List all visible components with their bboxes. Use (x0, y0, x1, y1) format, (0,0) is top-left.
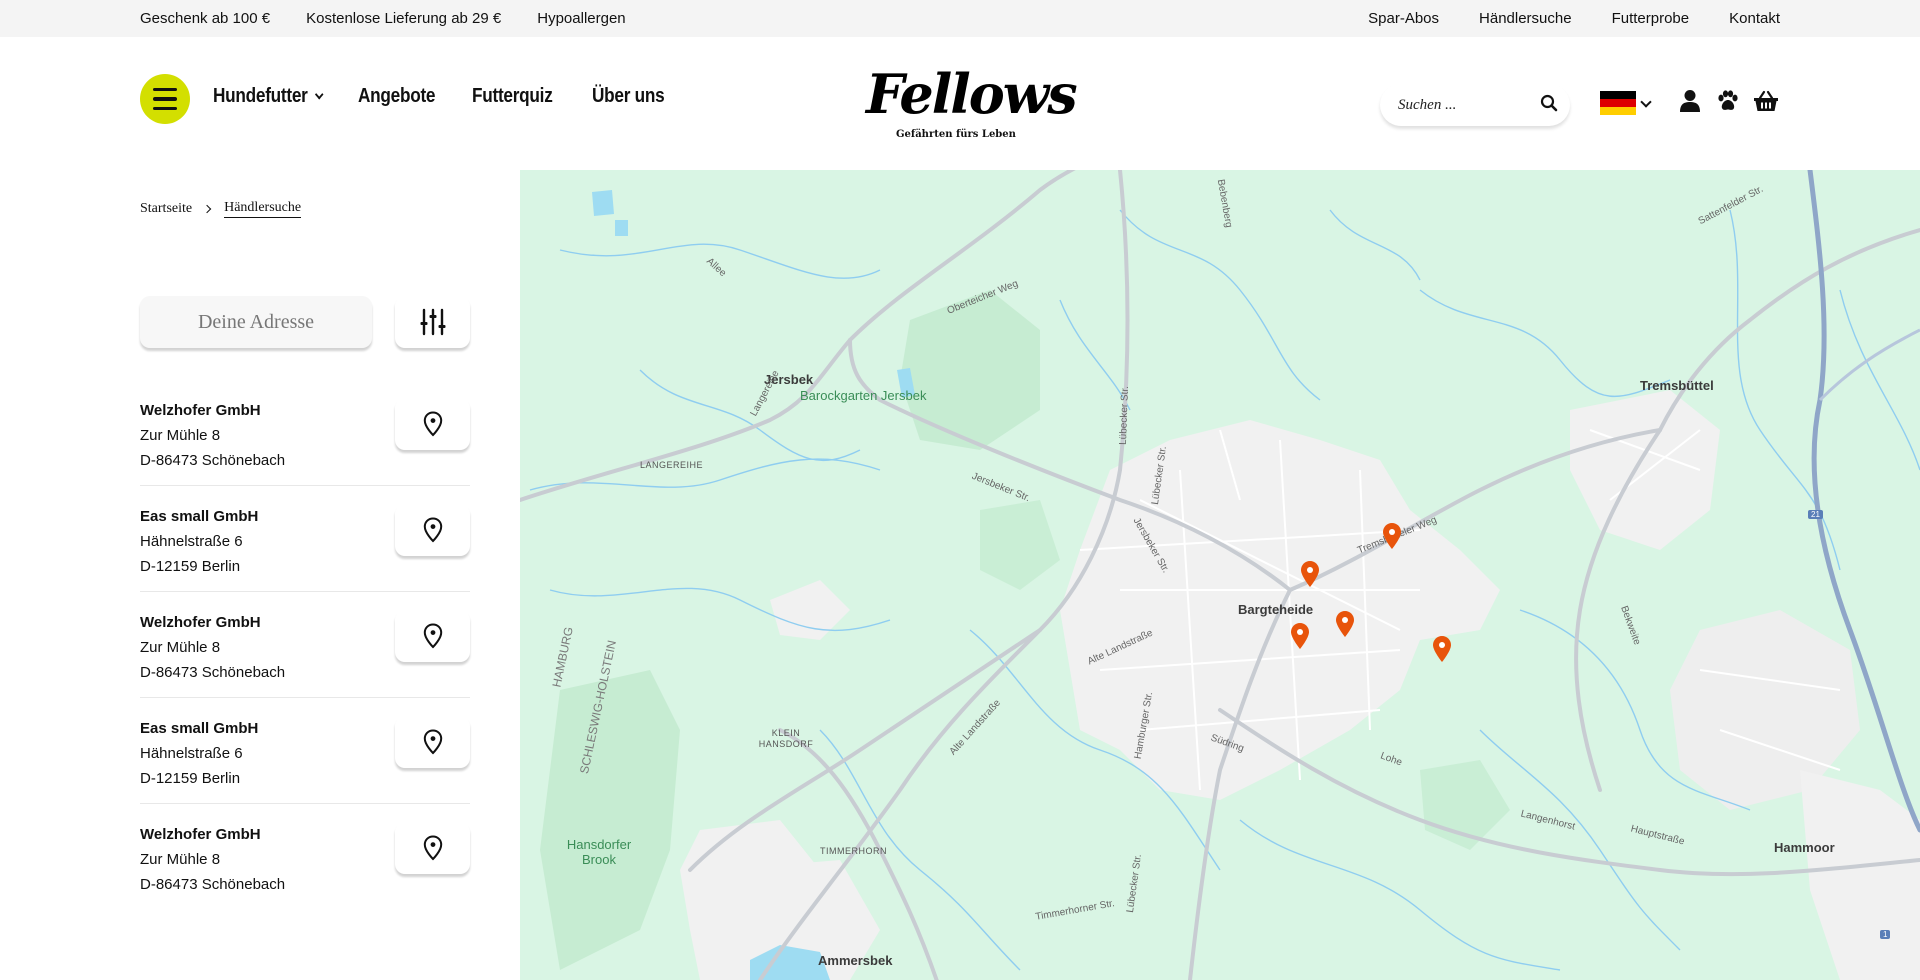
nav-angebote[interactable]: Angebote (358, 85, 436, 108)
user-icon[interactable] (1676, 87, 1704, 115)
show-on-map-button[interactable] (395, 822, 470, 874)
basket-icon[interactable] (1752, 87, 1780, 115)
map-marker[interactable] (1290, 622, 1310, 650)
breadcrumb: Startseite Händlersuche (140, 200, 302, 218)
breadcrumb-current[interactable]: Händlersuche (224, 200, 302, 218)
topbar-link-spar-abos[interactable]: Spar-Abos (1368, 10, 1439, 27)
dealer-list: Welzhofer GmbH Zur Mühle 8 D-86473 Schön… (140, 380, 470, 910)
map-road-luebecker-str: Lübecker Str. (1117, 385, 1131, 446)
address-input[interactable] (151, 310, 361, 334)
menu-button[interactable] (140, 74, 190, 124)
show-on-map-button[interactable] (395, 504, 470, 556)
map-road-langereihe-caps: LANGEREIHE (640, 460, 704, 470)
search-icon[interactable] (1540, 94, 1558, 117)
dealer-city: D-86473 Schönebach (140, 664, 286, 681)
list-item[interactable]: Eas small GmbH Hähnelstraße 6 D-12159 Be… (140, 486, 470, 592)
paw-icon[interactable] (1714, 87, 1742, 115)
topbar-link-kontakt[interactable]: Kontakt (1729, 10, 1780, 27)
map-marker[interactable] (1300, 560, 1320, 588)
chevron-down-icon (314, 89, 324, 99)
map-shield-21: 21 (1808, 510, 1823, 519)
address-field-wrapper (140, 296, 372, 348)
list-item[interactable]: Welzhofer GmbH Zur Mühle 8 D-86473 Schön… (140, 804, 470, 910)
germany-flag-icon[interactable] (1600, 91, 1636, 115)
list-item[interactable]: Welzhofer GmbH Zur Mühle 8 D-86473 Schön… (140, 380, 470, 486)
dealer-city: D-86473 Schönebach (140, 452, 286, 469)
main-navigation: Hundefutter Angebote Futterquiz Über uns (213, 85, 676, 108)
dealer-city: D-86473 Schönebach (140, 876, 286, 893)
map-label-hansdorfer-brook: Hansdorfer Brook (566, 837, 632, 867)
topbar-hypoallergen-text: Hypoallergen (537, 10, 626, 27)
topbar-delivery-text: Kostenlose Lieferung ab 29 € (306, 10, 502, 27)
topbar-link-haendlersuche[interactable]: Händlersuche (1479, 10, 1572, 27)
map-label-barockgarten: Barockgarten Jersbek (800, 388, 927, 403)
show-on-map-button[interactable] (395, 398, 470, 450)
search-box (1380, 84, 1570, 126)
breadcrumb-home[interactable]: Startseite (140, 201, 192, 217)
dealer-city: D-12159 Berlin (140, 558, 241, 575)
map-area-klein-hansdorf: KLEIN HANSDORF (758, 728, 814, 749)
map-marker[interactable] (1432, 635, 1452, 663)
map-marker[interactable] (1335, 610, 1355, 638)
site-header: Hundefutter Angebote Futterquiz Über uns… (0, 37, 1920, 170)
filter-button[interactable] (395, 296, 470, 348)
dealer-map[interactable]: Jersbek Barockgarten Jersbek Bargteheide… (520, 170, 1920, 980)
logo-wordmark: Fellows (866, 62, 1078, 126)
map-area-timmerhorn: TIMMERHORN (820, 846, 887, 856)
list-item[interactable]: Welzhofer GmbH Zur Mühle 8 D-86473 Schön… (140, 592, 470, 698)
map-label-tremsbuettel: Tremsbüttel (1640, 378, 1714, 393)
map-pin-icon (423, 411, 442, 437)
nav-futterquiz[interactable]: Futterquiz (472, 85, 553, 108)
chevron-down-icon[interactable] (1640, 96, 1652, 108)
top-info-bar: Geschenk ab 100 € Kostenlose Lieferung a… (0, 0, 1920, 37)
map-label-ammersbek: Ammersbek (818, 953, 893, 968)
fellows-logo[interactable]: Fellows Gefährten fürs Leben (866, 62, 1078, 147)
map-pin-icon (423, 623, 442, 649)
dealer-city: D-12159 Berlin (140, 770, 241, 787)
topbar-gift-text: Geschenk ab 100 € (140, 10, 271, 27)
nav-hundefutter[interactable]: Hundefutter (213, 85, 324, 108)
map-pin-icon (423, 517, 442, 543)
chevron-right-icon (202, 204, 212, 214)
nav-ueber-uns[interactable]: Über uns (592, 85, 665, 108)
map-label-hammoor: Hammoor (1774, 840, 1835, 855)
map-pin-icon (423, 835, 442, 861)
list-item[interactable]: Eas small GmbH Hähnelstraße 6 D-12159 Be… (140, 698, 470, 804)
topbar-link-futterprobe[interactable]: Futterprobe (1612, 10, 1690, 27)
show-on-map-button[interactable] (395, 610, 470, 662)
show-on-map-button[interactable] (395, 716, 470, 768)
map-label-bargteheide: Bargteheide (1238, 602, 1314, 617)
logo-tagline: Gefährten fürs Leben (896, 129, 1016, 140)
map-marker[interactable] (1382, 522, 1402, 550)
map-pin-icon (423, 729, 442, 755)
search-input[interactable] (1398, 96, 1528, 114)
menu-icon (153, 87, 177, 92)
filter-sliders-icon (420, 308, 445, 336)
map-shield-1: 1 (1880, 930, 1891, 939)
map-canvas (520, 170, 1920, 980)
